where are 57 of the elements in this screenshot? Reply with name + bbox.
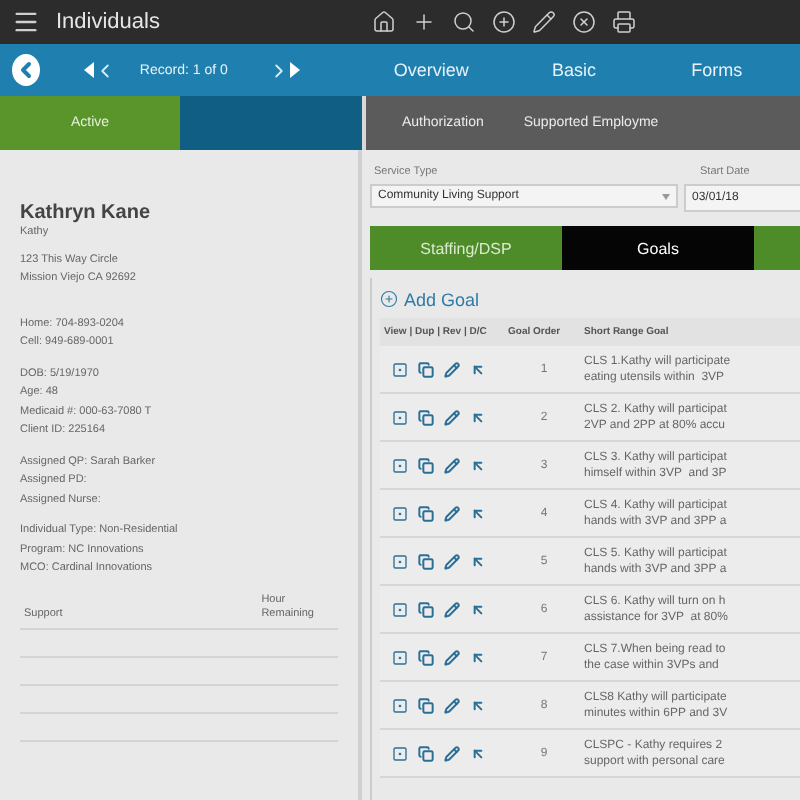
pencil-icon[interactable]: [444, 601, 460, 617]
pencil-icon[interactable]: [444, 745, 460, 761]
nav-link[interactable]: Forms: [645, 60, 789, 80]
add-circle-icon[interactable]: [492, 10, 516, 34]
tab-bar-fill: [754, 226, 800, 270]
arrow-up-left-icon[interactable]: [470, 505, 486, 521]
copy-icon[interactable]: [418, 505, 434, 521]
arrow-up-left-icon[interactable]: [470, 361, 486, 377]
copy-icon[interactable]: [418, 553, 434, 569]
add-icon[interactable]: [412, 10, 436, 34]
pencil-icon[interactable]: [444, 505, 460, 521]
copy-icon[interactable]: [418, 361, 434, 377]
arrow-up-left-icon[interactable]: [470, 649, 486, 665]
arrow-up-left-icon[interactable]: [470, 409, 486, 425]
pencil-icon[interactable]: [444, 649, 460, 665]
pencil-icon[interactable]: [444, 553, 460, 569]
view-icon[interactable]: [392, 505, 408, 521]
arrow-up-left-icon[interactable]: [470, 601, 486, 617]
arrow-up-left-icon[interactable]: [470, 697, 486, 713]
view-icon[interactable]: [392, 601, 408, 617]
copy-icon[interactable]: [418, 601, 434, 617]
view-icon[interactable]: [392, 745, 408, 761]
copy-icon[interactable]: [418, 649, 434, 665]
view-icon[interactable]: [392, 457, 408, 473]
goal-tab[interactable]: Staffing/DSP: [370, 226, 562, 270]
menu-icon[interactable]: [12, 8, 40, 36]
arrow-up-left-icon[interactable]: [470, 745, 486, 761]
add-circle-icon: [380, 290, 398, 308]
individual-name: Kathryn Kane: [20, 202, 153, 224]
view-icon[interactable]: [392, 361, 408, 377]
arrow-up-left-icon[interactable]: [470, 457, 486, 473]
back-button[interactable]: [12, 54, 40, 86]
app-title: Individuals: [56, 10, 162, 34]
view-icon[interactable]: [392, 697, 408, 713]
arrow-up-left-icon[interactable]: [470, 553, 486, 569]
copy-icon[interactable]: [418, 745, 434, 761]
first-record-icon[interactable]: [83, 62, 94, 78]
home-icon[interactable]: [372, 10, 396, 34]
add-goal-button[interactable]: Add Goal: [380, 286, 800, 312]
view-icon[interactable]: [392, 649, 408, 665]
pencil-icon[interactable]: [444, 409, 460, 425]
print-icon[interactable]: [612, 10, 636, 34]
view-icon[interactable]: [392, 553, 408, 569]
close-circle-icon[interactable]: [572, 10, 596, 34]
copy-icon[interactable]: [418, 697, 434, 713]
pencil-icon[interactable]: [444, 457, 460, 473]
pencil-icon[interactable]: [444, 697, 460, 713]
copy-icon[interactable]: [418, 409, 434, 425]
pencil-icon[interactable]: [444, 361, 460, 377]
edit-icon[interactable]: [532, 10, 556, 34]
search-icon[interactable]: [452, 10, 476, 34]
nav-link[interactable]: Overview: [359, 60, 503, 80]
goal-tab[interactable]: Goals: [562, 226, 754, 270]
last-record-icon[interactable]: [289, 62, 300, 78]
copy-icon[interactable]: [418, 457, 434, 473]
view-icon[interactable]: [392, 409, 408, 425]
nav-link[interactable]: Basic: [502, 60, 646, 80]
